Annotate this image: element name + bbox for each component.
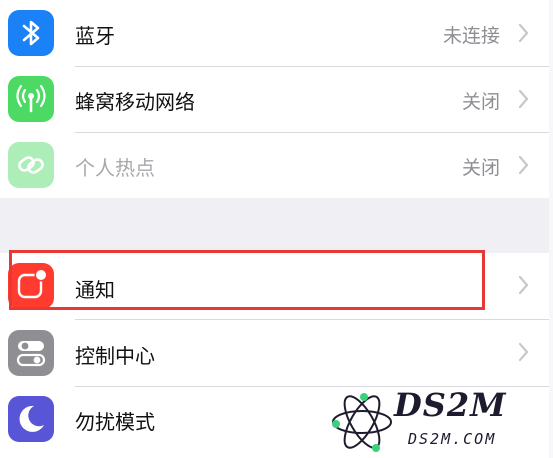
bluetooth-status: 未连接 <box>442 25 500 47</box>
cellular-antenna-icon <box>8 76 54 122</box>
chevron-right-icon <box>518 23 529 43</box>
control-center-label: 控制中心 <box>75 344 155 368</box>
cellular-label: 蜂窝移动网络 <box>75 90 195 114</box>
bluetooth-icon <box>8 10 54 56</box>
settings-row-bluetooth[interactable]: 蓝牙 未连接 <box>0 0 553 66</box>
watermark-subtext: DS2M.COM <box>408 430 497 448</box>
personal-hotspot-icon <box>8 142 54 188</box>
settings-screen: 蓝牙 未连接 蜂窝移动网络 关闭 个人热点 关闭 通知 控制中心 勿扰模式 DS… <box>0 0 553 458</box>
atom-icon <box>332 393 392 452</box>
moon-icon <box>8 396 54 442</box>
chevron-right-icon <box>518 275 529 295</box>
settings-group-connectivity: 蓝牙 未连接 蜂窝移动网络 关闭 个人热点 关闭 <box>0 0 553 198</box>
control-center-icon <box>8 330 54 376</box>
hotspot-status: 关闭 <box>461 157 500 179</box>
cellular-status: 关闭 <box>461 91 500 113</box>
highlight-box <box>9 250 485 310</box>
scroll-edge <box>549 0 553 458</box>
watermark-text: DS2M <box>394 386 507 424</box>
watermark-logo: DS2M DS2M.COM <box>330 386 540 456</box>
chevron-right-icon <box>518 89 529 109</box>
chevron-right-icon <box>518 342 529 362</box>
settings-row-control-center[interactable]: 控制中心 <box>0 320 553 386</box>
hotspot-label: 个人热点 <box>75 156 155 180</box>
settings-row-cellular[interactable]: 蜂窝移动网络 关闭 <box>0 67 553 133</box>
bluetooth-label: 蓝牙 <box>75 24 115 48</box>
chevron-right-icon <box>518 155 529 175</box>
settings-row-hotspot[interactable]: 个人热点 关闭 <box>0 133 553 199</box>
do-not-disturb-label: 勿扰模式 <box>75 410 155 434</box>
